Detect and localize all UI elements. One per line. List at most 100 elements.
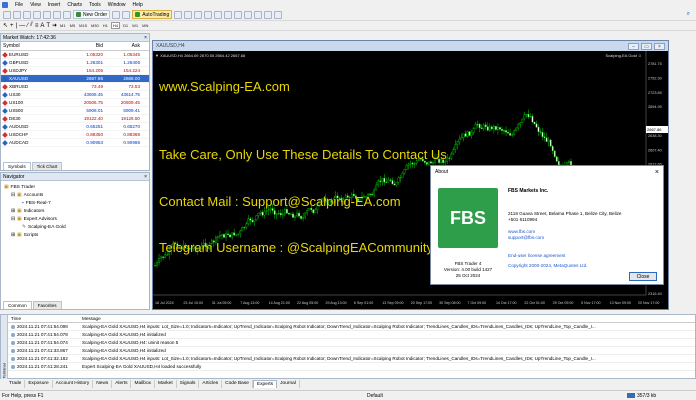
tab-news[interactable]: News: [93, 379, 113, 388]
nav-expert-advisors[interactable]: ⊟ ▣ Expert Advisors: [4, 215, 146, 223]
log-row[interactable]: 2024.11.21 07:41:54.074 Scalping-EA Gold …: [8, 339, 695, 347]
market-watch-icon[interactable]: [23, 10, 31, 19]
trendline-icon[interactable]: ⁄: [27, 23, 28, 29]
menu-charts[interactable]: Charts: [67, 2, 82, 8]
periods-icon[interactable]: [264, 10, 273, 19]
market-watch-row[interactable]: US30 43608.45 43614.75: [1, 91, 149, 99]
close-icon[interactable]: ×: [144, 173, 147, 180]
new-chart-icon[interactable]: [3, 10, 11, 19]
tab-account-history[interactable]: Account History: [53, 379, 94, 388]
nav-fbs-trader[interactable]: ▣ FBS Trader: [4, 183, 146, 191]
timeframe-m15[interactable]: M15: [78, 23, 88, 28]
expand-icon[interactable]: ⊞: [11, 209, 15, 214]
tab-alerts[interactable]: Alerts: [112, 379, 132, 388]
tab-journal[interactable]: Journal: [277, 379, 300, 388]
nav-scripts[interactable]: ⊞ ▣ Scripts: [4, 231, 146, 239]
close-button[interactable]: Close: [629, 272, 657, 281]
expand-icon[interactable]: ⊞: [11, 233, 15, 238]
market-watch-row[interactable]: US500 5908.01 5909.41: [1, 107, 149, 115]
label-icon[interactable]: T: [46, 23, 50, 29]
column-bid[interactable]: Bid: [71, 43, 105, 49]
market-watch-row[interactable]: XAUUSD 2667.86 2668.00: [1, 75, 149, 83]
expand-icon[interactable]: ⊟: [11, 193, 15, 198]
log-row[interactable]: 2024.11.21 07:41:54.098 Scalping-EA Gold …: [8, 323, 695, 331]
navigator-icon[interactable]: [43, 10, 51, 19]
close-icon[interactable]: ×: [144, 34, 147, 41]
tab-code-base[interactable]: Code Base: [222, 379, 253, 388]
menu-window[interactable]: Window: [108, 2, 126, 8]
column-time[interactable]: Time: [8, 316, 82, 321]
close-icon[interactable]: ×: [655, 169, 659, 176]
tab-market[interactable]: Market: [155, 379, 177, 388]
fibonacci-icon[interactable]: ≡: [35, 23, 39, 29]
search-icon[interactable]: ⌕: [687, 11, 690, 18]
collapse-icon[interactable]: ⊟: [11, 217, 15, 222]
minimize-button[interactable]: –: [628, 42, 639, 50]
log-row[interactable]: 2024.11.21 07:41:28.241 Expert Scalping-E…: [8, 363, 695, 371]
options-icon[interactable]: [122, 10, 131, 19]
market-watch-row[interactable]: DE30 19122.40 19126.50: [1, 115, 149, 123]
tab-tick-chart[interactable]: Tick Chart: [31, 162, 63, 170]
timeframe-w1[interactable]: W1: [131, 23, 139, 28]
templates-icon[interactable]: [274, 10, 283, 19]
menu-file[interactable]: File: [15, 2, 23, 8]
channel-icon[interactable]: ⫽: [30, 22, 33, 29]
market-watch-row[interactable]: XBRUSD 73.49 73.53: [1, 83, 149, 91]
zoom-in-icon[interactable]: [204, 10, 213, 19]
timeframe-mn[interactable]: MN: [141, 23, 149, 28]
zoom-out-icon[interactable]: [214, 10, 223, 19]
log-row[interactable]: 2024.11.21 07:41:54.078 Scalping-EA Gold …: [8, 331, 695, 339]
column-ask[interactable]: Ask: [105, 43, 142, 49]
profiles-icon[interactable]: [13, 10, 21, 19]
candlestick-icon[interactable]: [184, 10, 193, 19]
new-order-button[interactable]: New Order: [73, 10, 111, 19]
restore-button[interactable]: ▭: [641, 42, 652, 50]
menu-view[interactable]: View: [30, 2, 41, 8]
arrows-icon[interactable]: ➜: [52, 22, 57, 29]
market-watch-row[interactable]: USDJPY 154.205 154.224: [1, 67, 149, 75]
vertical-line-icon[interactable]: |: [16, 23, 18, 29]
market-watch-row[interactable]: USDCHF 0.88350 0.88368: [1, 131, 149, 139]
crosshair-icon[interactable]: +: [10, 23, 14, 29]
cursor-icon[interactable]: ↖: [3, 22, 8, 29]
menu-help[interactable]: Help: [133, 2, 143, 8]
nav-accounts[interactable]: ⊟ ▣ Accounts: [4, 191, 146, 199]
tile-windows-icon[interactable]: [224, 10, 233, 19]
market-watch-row[interactable]: AUDCAD 0.90953 0.90986: [1, 139, 149, 147]
timeframe-m30[interactable]: M30: [90, 23, 100, 28]
eula-link[interactable]: End-user license agreement: [508, 253, 658, 259]
bar-chart-icon[interactable]: [174, 10, 183, 19]
column-symbol[interactable]: Symbol: [1, 43, 71, 49]
column-message[interactable]: Message: [82, 316, 101, 321]
tab-symbols[interactable]: Symbols: [3, 162, 31, 170]
copyright-link[interactable]: Copyright 2000-2024, MetaQuotes Ltd.: [508, 263, 658, 269]
menu-tools[interactable]: Tools: [89, 2, 101, 8]
line-chart-icon[interactable]: [194, 10, 203, 19]
text-icon[interactable]: A: [40, 23, 44, 29]
email-link[interactable]: support@fbs.com: [508, 235, 658, 241]
tab-signals[interactable]: Signals: [177, 379, 200, 388]
timeframe-m1[interactable]: M1: [59, 23, 67, 28]
market-watch-row[interactable]: GBPUSD 1.26301 1.26406: [1, 59, 149, 67]
timeframe-d1[interactable]: D1: [122, 23, 129, 28]
terminal-icon[interactable]: [53, 10, 61, 19]
data-window-icon[interactable]: [33, 10, 41, 19]
indicators-icon[interactable]: [254, 10, 263, 19]
tab-trade[interactable]: Trade: [6, 379, 26, 388]
horizontal-line-icon[interactable]: —: [19, 23, 25, 29]
timeframe-h1[interactable]: H1: [102, 23, 109, 28]
tab-favorites[interactable]: Favorites: [32, 301, 62, 309]
market-watch-row[interactable]: AUDUSD 0.65251 0.65270: [1, 123, 149, 131]
nav-account-fbs-real-7[interactable]: ▪ FBS-Real-7: [4, 199, 146, 207]
timeframe-h4[interactable]: H4: [110, 22, 120, 29]
tab-articles[interactable]: Articles: [199, 379, 223, 388]
market-watch-row[interactable]: US100 20506.75 20509.45: [1, 99, 149, 107]
tab-common[interactable]: Common: [3, 301, 32, 309]
close-button[interactable]: ×: [654, 42, 665, 50]
chart-shift-icon[interactable]: [244, 10, 253, 19]
autoscroll-icon[interactable]: [234, 10, 243, 19]
nav-indicators[interactable]: ⊞ ▣ Indicators: [4, 207, 146, 215]
menu-insert[interactable]: Insert: [48, 2, 61, 8]
tab-experts[interactable]: Experts: [252, 379, 278, 388]
market-watch-row[interactable]: EURUSD 1.05320 1.05345: [1, 51, 149, 59]
